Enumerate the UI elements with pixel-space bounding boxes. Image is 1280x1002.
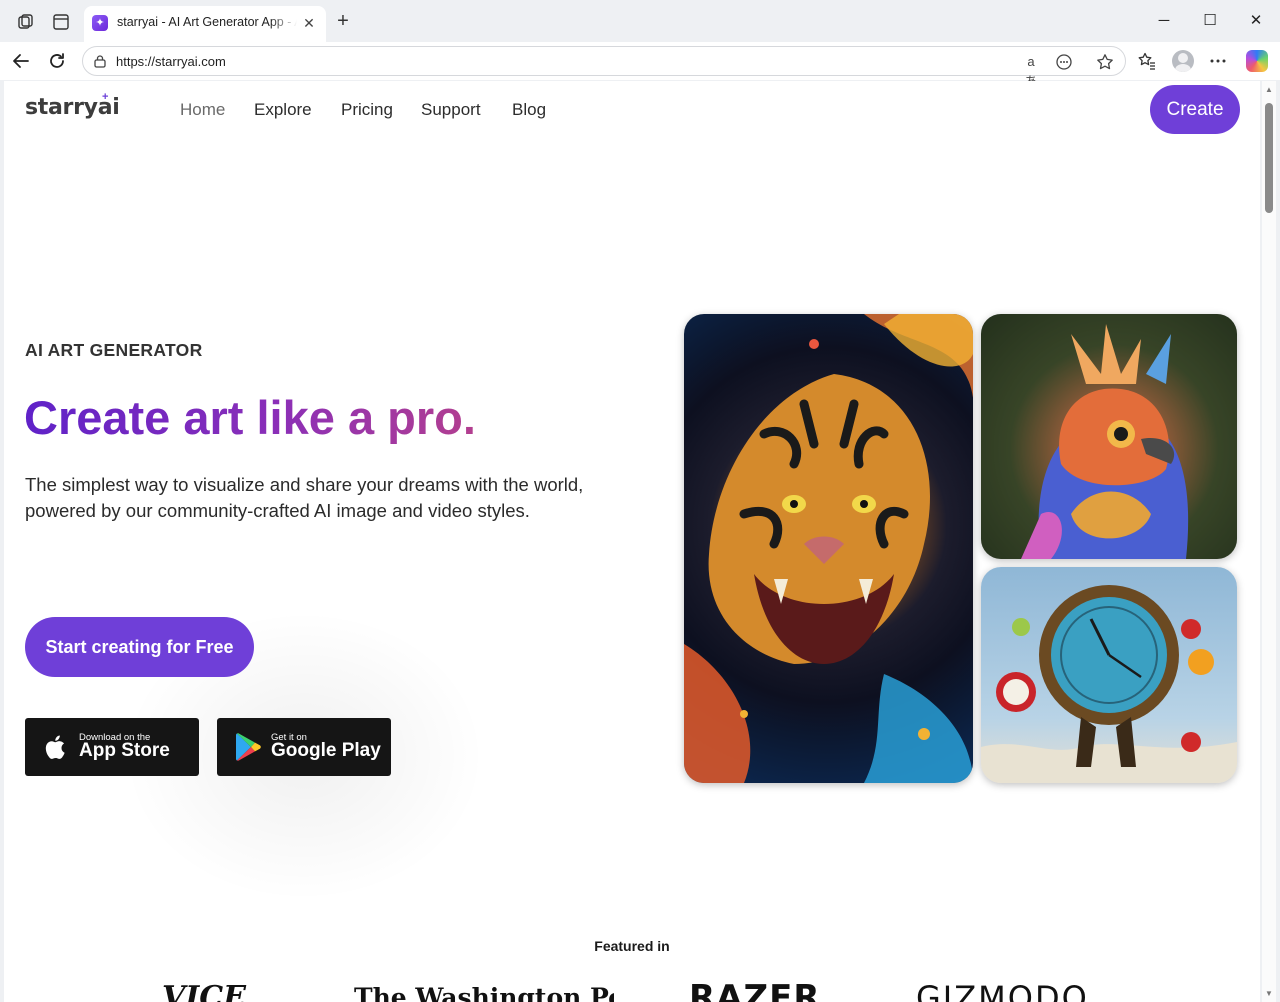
workspaces-icon[interactable] (16, 12, 36, 32)
scroll-down-arrow-icon[interactable]: ▼ (1265, 989, 1273, 998)
apple-icon (45, 735, 65, 759)
press-logo-razer-text: RAZER (689, 981, 821, 1002)
favorite-star-icon[interactable] (1095, 52, 1115, 72)
scroll-up-arrow-icon[interactable]: ▲ (1265, 85, 1273, 94)
google-play-button[interactable]: Get it on Google Play (217, 718, 391, 776)
app-store-button[interactable]: Download on the App Store (25, 718, 199, 776)
app-store-big-text: App Store (79, 740, 170, 761)
profile-avatar[interactable] (1172, 50, 1194, 72)
page-scrollbar[interactable]: ▲ ▼ (1262, 81, 1276, 1002)
google-play-icon (236, 733, 261, 761)
new-tab-button[interactable]: + (332, 11, 354, 33)
page-viewport: starryai + Home Explore Pricing Support … (4, 81, 1260, 1002)
logo-sparkle-icon: + (102, 91, 109, 103)
clock-artwork-image (981, 567, 1237, 783)
settings-more-icon[interactable] (1207, 50, 1229, 72)
nav-support[interactable]: Support (421, 100, 481, 120)
browser-toolbar: https://starryai.com aあ (0, 42, 1280, 89)
nav-explore[interactable]: Explore (254, 100, 312, 120)
tab-close-icon[interactable]: ✕ (300, 14, 318, 32)
copilot-icon[interactable] (1246, 50, 1268, 72)
vertical-tabs-icon[interactable] (51, 12, 71, 32)
tiger-artwork-image (684, 314, 973, 783)
start-creating-button[interactable]: Start creating for Free (25, 617, 254, 677)
window-close-button[interactable]: ✕ (1245, 10, 1267, 32)
hero-subtitle: The simplest way to visualize and share … (25, 474, 584, 521)
press-logo-razer: RAZER (689, 981, 839, 1002)
press-logo-washington-post-text: The Washington Post (354, 983, 614, 1002)
browser-titlebar: ✦ starryai - AI Art Generator App - AI ✕… (0, 0, 1280, 42)
nav-home[interactable]: Home (180, 100, 225, 120)
refresh-icon[interactable] (45, 49, 69, 73)
press-logo-vice-text: VICE (162, 981, 247, 1002)
scroll-thumb[interactable] (1265, 103, 1273, 213)
window-minimize-button[interactable]: ─ (1153, 10, 1175, 32)
starryai-favicon-icon: ✦ (92, 15, 108, 31)
press-logo-gizmodo-text: GIZMODO (916, 981, 1089, 1002)
lock-icon[interactable] (93, 54, 107, 68)
bird-artwork-image (981, 314, 1237, 559)
url-text[interactable]: https://starryai.com (116, 54, 226, 69)
back-icon[interactable] (9, 49, 33, 73)
google-play-big-text: Google Play (271, 740, 381, 761)
read-aloud-icon[interactable]: aあ (1021, 52, 1041, 89)
press-logo-washington-post: The Washington Post (354, 981, 614, 1002)
press-logo-gizmodo: GIZMODO (916, 981, 1106, 1002)
favorites-icon[interactable] (1136, 50, 1158, 72)
tab-title: starryai - AI Art Generator App - AI (117, 15, 297, 29)
address-bar[interactable]: https://starryai.com aあ (82, 46, 1126, 89)
featured-in-label: Featured in (594, 938, 670, 954)
press-logo-vice: VICE (162, 981, 277, 1002)
tab-active[interactable]: ✦ starryai - AI Art Generator App - AI ✕ (84, 6, 326, 42)
hero-eyebrow: AI ART GENERATOR (25, 340, 203, 360)
hero-headline: Create art like a pro. (24, 391, 476, 444)
window-maximize-button[interactable]: ☐ (1199, 10, 1221, 32)
nav-blog[interactable]: Blog (512, 100, 546, 120)
create-button[interactable]: Create (1150, 85, 1240, 134)
more-tools-circle-icon[interactable] (1054, 52, 1074, 72)
nav-pricing[interactable]: Pricing (341, 100, 393, 120)
